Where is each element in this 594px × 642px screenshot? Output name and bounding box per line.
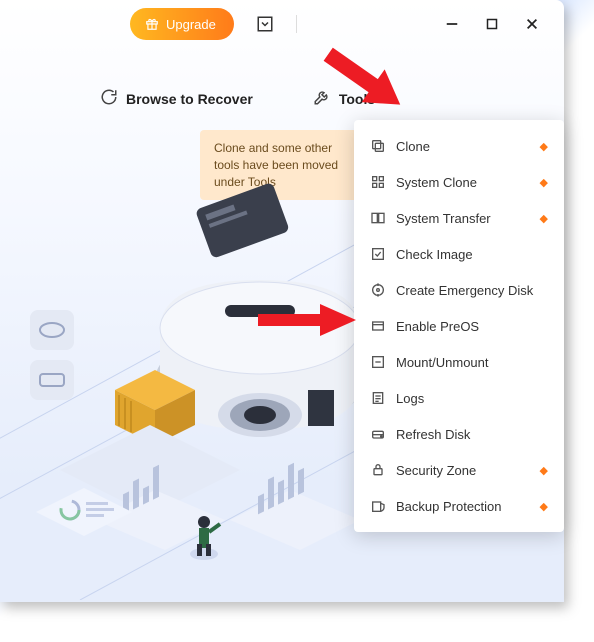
premium-icon: ◆ [540,500,548,513]
menu-label: Mount/Unmount [396,355,548,370]
menu-label: Security Zone [396,463,530,478]
enable-preos-icon [370,318,386,334]
security-zone-icon [370,462,386,478]
premium-icon: ◆ [540,140,548,153]
tools-menu: Clone ◆ System Clone ◆ System Transfer ◆… [354,120,564,532]
menu-label: System Transfer [396,211,530,226]
menu-item-enable-preos[interactable]: Enable PreOS [354,308,564,344]
notice-text: Clone and some other tools have been mov… [214,141,338,189]
menu-label: Clone [396,139,530,154]
recover-icon [100,88,118,109]
upgrade-label: Upgrade [166,17,216,32]
notice-banner: Clone and some other tools have been mov… [200,130,370,200]
browse-to-recover-button[interactable]: Browse to Recover [100,88,253,109]
tools-button[interactable]: Tools [313,88,375,109]
menu-item-security-zone[interactable]: Security Zone ◆ [354,452,564,488]
clone-icon [370,138,386,154]
menu-item-clone[interactable]: Clone ◆ [354,128,564,164]
maximize-button[interactable] [484,16,500,32]
menu-item-backup-protection[interactable]: Backup Protection ◆ [354,488,564,524]
mount-unmount-icon [370,354,386,370]
minimize-button[interactable] [444,16,460,32]
gift-icon [144,16,160,32]
system-clone-icon [370,174,386,190]
menu-item-refresh-disk[interactable]: Refresh Disk [354,416,564,452]
dropdown-toggle[interactable] [254,13,276,35]
menu-item-check-image[interactable]: Check Image [354,236,564,272]
titlebar: Upgrade [0,0,564,48]
create-emergency-disk-icon [370,282,386,298]
menu-item-create-emergency-disk[interactable]: Create Emergency Disk [354,272,564,308]
menu-label: Logs [396,391,548,406]
premium-icon: ◆ [540,212,548,225]
premium-icon: ◆ [540,176,548,189]
refresh-disk-icon [370,426,386,442]
logs-icon [370,390,386,406]
browse-label: Browse to Recover [126,91,253,107]
close-button[interactable] [524,16,540,32]
tools-label: Tools [339,91,375,107]
menu-item-system-clone[interactable]: System Clone ◆ [354,164,564,200]
menu-label: System Clone [396,175,530,190]
divider [296,15,297,33]
menu-label: Create Emergency Disk [396,283,548,298]
upgrade-button[interactable]: Upgrade [130,8,234,40]
wrench-icon [313,88,331,109]
menu-label: Refresh Disk [396,427,548,442]
toolbar: Browse to Recover Tools [0,48,564,129]
menu-label: Backup Protection [396,499,530,514]
menu-item-mount-unmount[interactable]: Mount/Unmount [354,344,564,380]
menu-label: Enable PreOS [396,319,548,334]
menu-item-logs[interactable]: Logs [354,380,564,416]
backup-protection-icon [370,498,386,514]
window-controls [444,16,540,32]
check-image-icon [370,246,386,262]
menu-item-system-transfer[interactable]: System Transfer ◆ [354,200,564,236]
menu-label: Check Image [396,247,548,262]
system-transfer-icon [370,210,386,226]
premium-icon: ◆ [540,464,548,477]
